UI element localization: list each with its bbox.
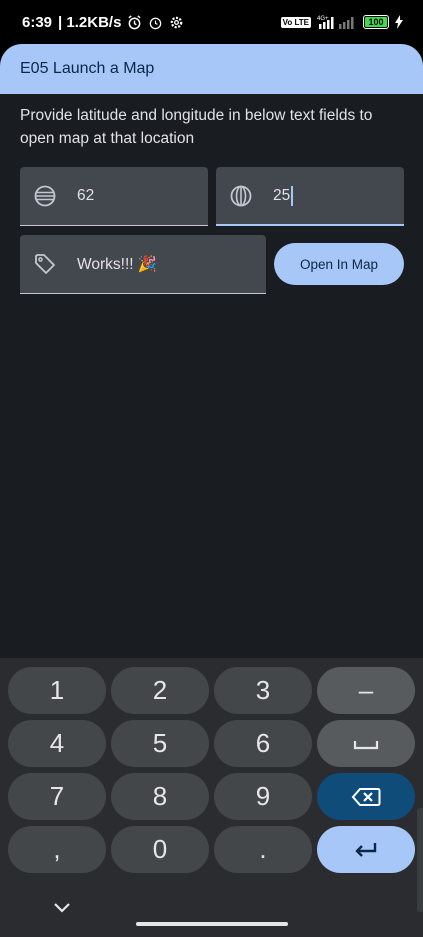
longitude-icon (230, 185, 252, 206)
app-window: E05 Launch a Map Provide latitude and lo… (0, 44, 423, 658)
battery-level: 100 (368, 17, 384, 27)
key-0[interactable]: 0 (111, 826, 209, 873)
status-bar: 6:39 | 1.2KB/s Vo LTE 4G+ 100 (0, 0, 423, 44)
side-edge-handle (417, 808, 423, 912)
longitude-field[interactable]: 25 (216, 167, 404, 226)
open-in-map-button[interactable]: Open In Map (274, 243, 404, 285)
key-7[interactable]: 7 (8, 773, 106, 820)
key-backspace[interactable] (317, 773, 415, 820)
key-3[interactable]: 3 (214, 667, 312, 714)
tag-icon (35, 254, 55, 274)
volte-badge: Vo LTE (280, 16, 311, 28)
longitude-input[interactable]: 25 (273, 185, 294, 206)
charging-icon (395, 15, 403, 29)
latitude-input[interactable]: 62 (77, 187, 94, 205)
key-8[interactable]: 8 (111, 773, 209, 820)
space-icon (353, 740, 379, 749)
instructions-text: Provide latitude and longitude in below … (20, 107, 373, 147)
key-comma[interactable]: , (8, 826, 106, 873)
key-minus[interactable]: – (317, 667, 415, 714)
collapse-keyboard-icon[interactable] (52, 898, 72, 918)
message-input[interactable]: Works!!! 🎉 (77, 255, 157, 274)
message-field[interactable]: Works!!! 🎉 (20, 235, 266, 294)
text-cursor (291, 185, 294, 206)
numeric-keyboard: 1 2 3 – 4 5 6 7 8 9 , 0 . (0, 658, 423, 937)
key-1[interactable]: 1 (8, 667, 106, 714)
top-app-bar: E05 Launch a Map (0, 44, 423, 94)
key-9[interactable]: 9 (214, 773, 312, 820)
alarm-icon (128, 14, 142, 29)
key-4[interactable]: 4 (8, 720, 106, 767)
network-speed: | 1.2KB/s (58, 13, 122, 31)
enter-icon (355, 842, 377, 857)
key-enter[interactable] (317, 826, 415, 873)
key-6[interactable]: 6 (214, 720, 312, 767)
longitude-value: 25 (273, 186, 291, 204)
key-2[interactable]: 2 (111, 667, 209, 714)
latitude-icon (34, 185, 56, 207)
alarm-outline-icon (150, 17, 162, 29)
signal-icon: 4G+ (317, 16, 354, 29)
status-left: 6:39 | 1.2KB/s (22, 14, 184, 31)
settings-icon (171, 16, 183, 28)
battery-icon: 100 (363, 15, 389, 29)
clock: 6:39 (22, 13, 53, 31)
key-5[interactable]: 5 (111, 720, 209, 767)
key-space[interactable] (317, 720, 415, 767)
gesture-home-bar[interactable] (136, 922, 288, 926)
latitude-field[interactable]: 62 (20, 167, 208, 226)
key-period[interactable]: . (214, 826, 312, 873)
status-right: Vo LTE 4G+ 100 (280, 14, 403, 30)
app-title: E05 Launch a Map (20, 60, 155, 77)
backspace-icon (351, 787, 381, 806)
